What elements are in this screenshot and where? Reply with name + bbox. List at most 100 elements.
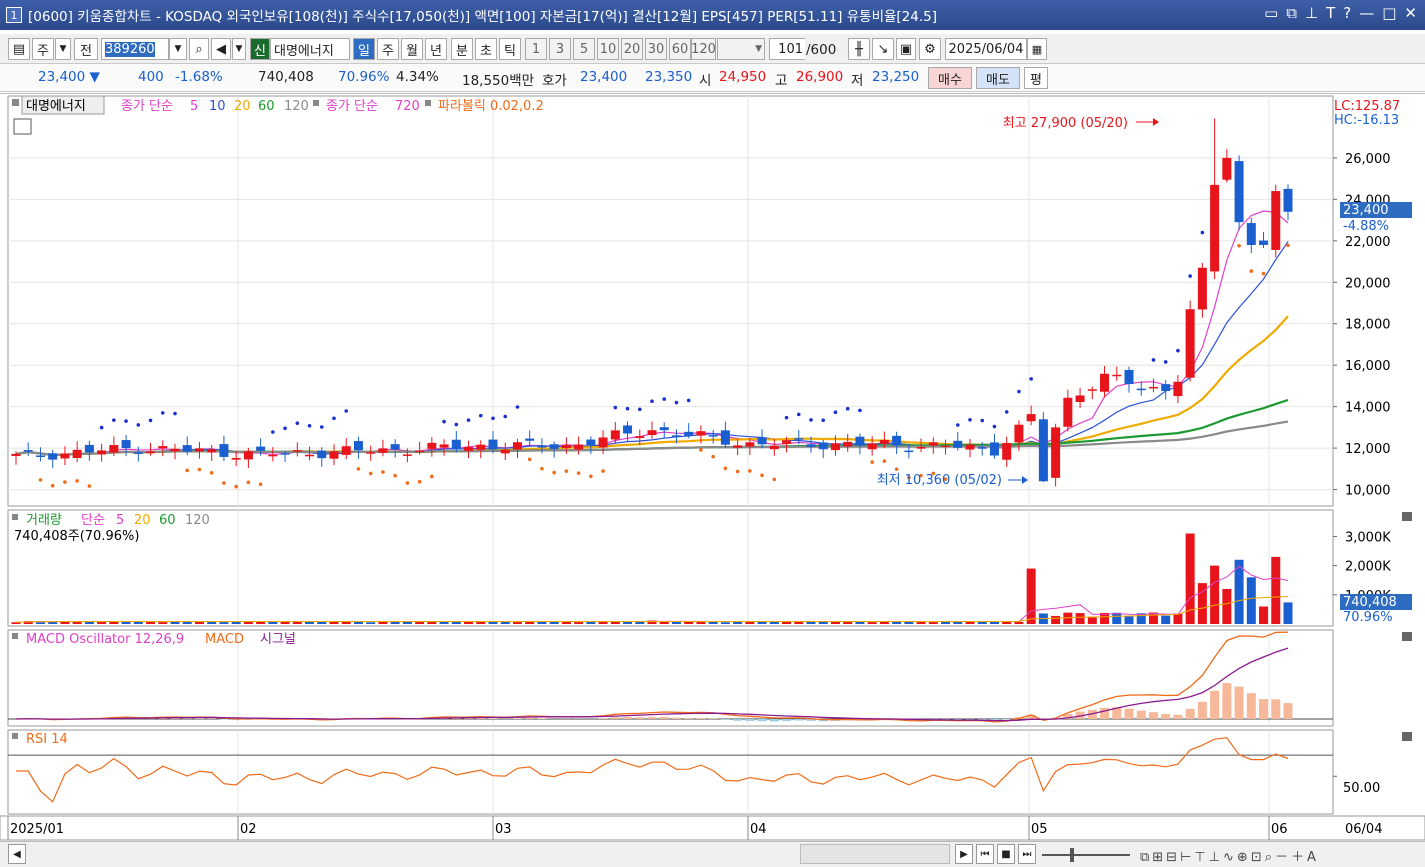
scroll-thumb[interactable] bbox=[800, 844, 950, 864]
help-icon[interactable]: ? bbox=[1343, 4, 1351, 22]
chart-tool-icons[interactable]: ⧉⊞⊟⊢⊤⊥∿⊕⊡⌕－＋A bbox=[1140, 846, 1319, 865]
interval-20[interactable]: 20 bbox=[621, 38, 643, 60]
candle bbox=[598, 437, 608, 448]
stop-icon[interactable]: ■ bbox=[997, 844, 1015, 864]
maximize-icon[interactable]: □ bbox=[1382, 4, 1396, 22]
sar-dot bbox=[637, 407, 642, 412]
sar-dot bbox=[735, 469, 740, 474]
candle bbox=[537, 445, 547, 448]
volume-bar bbox=[843, 621, 853, 624]
stock-code-input[interactable]: 389260 bbox=[101, 38, 169, 60]
sar-dot bbox=[50, 483, 55, 488]
sar-dot bbox=[760, 473, 764, 478]
scroll-left-icon[interactable]: ◀ bbox=[8, 844, 26, 864]
tab-monthly[interactable]: 월 bbox=[401, 38, 423, 60]
hoga-label: 호가 bbox=[542, 73, 567, 89]
candle bbox=[1222, 157, 1232, 180]
legend-marker-icon bbox=[425, 100, 431, 106]
tab-minute[interactable]: 분 bbox=[451, 38, 473, 60]
sar-dot bbox=[980, 418, 985, 423]
speaker-icon[interactable]: ◀ bbox=[211, 38, 231, 60]
first-page-icon[interactable]: ⏮ bbox=[976, 844, 994, 864]
sar-dot bbox=[589, 474, 593, 479]
tab-second[interactable]: 초 bbox=[475, 38, 497, 60]
data-table-icon[interactable] bbox=[13, 118, 32, 135]
volume-bar bbox=[1259, 606, 1269, 624]
all-button[interactable]: 전 bbox=[74, 38, 98, 60]
macd-bar bbox=[537, 718, 547, 719]
market-dropdown-icon[interactable]: ▼ bbox=[55, 38, 71, 60]
pane-close-icon bbox=[1402, 512, 1412, 521]
sar-dot bbox=[124, 419, 128, 423]
calendar-icon[interactable]: ▦ bbox=[1027, 38, 1047, 60]
interval-60[interactable]: 60 bbox=[669, 38, 691, 60]
zoom-slider[interactable] bbox=[1042, 854, 1130, 856]
price-tick-label: 10,000 bbox=[1345, 484, 1391, 499]
sar-dot bbox=[258, 482, 263, 487]
hc-value: HC:-16.13 bbox=[1334, 113, 1399, 128]
volume-bar bbox=[366, 622, 376, 624]
chart-area[interactable]: 10,000 12,000 14,000 16,000 18,000 20,000 22,0… bbox=[0, 93, 1425, 841]
bar-count-input[interactable]: 101 bbox=[769, 38, 805, 60]
avg-button[interactable]: 평 bbox=[1024, 67, 1048, 89]
speaker-dropdown-icon[interactable]: ▼ bbox=[232, 38, 246, 60]
tab-yearly[interactable]: 년 bbox=[425, 38, 447, 60]
settings-gear-icon[interactable]: ⚙ bbox=[919, 38, 941, 60]
sar-dot bbox=[442, 419, 446, 424]
legend-marker-icon bbox=[313, 100, 319, 106]
copy-window-icon[interactable]: ⧉ bbox=[1286, 4, 1297, 22]
code-dropdown-icon[interactable]: ▼ bbox=[169, 38, 187, 60]
sar-dot bbox=[393, 473, 397, 478]
tab-daily[interactable]: 일 bbox=[353, 38, 375, 60]
interval-30[interactable]: 30 bbox=[645, 38, 667, 60]
custom-interval-select[interactable]: ▼ bbox=[717, 38, 765, 60]
sar-dot bbox=[821, 418, 826, 423]
stock-name-field[interactable]: 대명에너지 bbox=[270, 38, 350, 60]
sar-dot bbox=[1151, 358, 1156, 362]
candle bbox=[72, 449, 82, 459]
minimize-icon[interactable]: — bbox=[1359, 4, 1374, 22]
price-change-pct: -1.68% bbox=[175, 69, 223, 85]
ask-price: 23,400 bbox=[580, 69, 628, 85]
candle-type-icon[interactable]: ╫ bbox=[848, 38, 870, 60]
scroll-bar[interactable]: ◀ ▶ ⏮ ■ ⏭ ⧉⊞⊟⊢⊤⊥∿⊕⊡⌕－＋A bbox=[0, 841, 1425, 867]
sar-dot bbox=[1017, 389, 1021, 394]
volume-bar bbox=[488, 621, 498, 624]
candle bbox=[941, 445, 951, 448]
sar-dot bbox=[430, 474, 434, 479]
save-icon[interactable]: ▣ bbox=[896, 38, 916, 60]
tab-weekly[interactable]: 주 bbox=[377, 38, 399, 60]
search-icon[interactable]: ⌕ bbox=[189, 38, 209, 60]
sell-button[interactable]: 매도 bbox=[976, 67, 1020, 89]
font-icon[interactable]: T bbox=[1326, 4, 1335, 22]
interval-5[interactable]: 5 bbox=[573, 38, 595, 60]
interval-10[interactable]: 10 bbox=[597, 38, 619, 60]
sar-dot bbox=[344, 409, 349, 413]
date-label: 06 bbox=[1271, 822, 1288, 837]
chart-menu-icon[interactable]: ▤ bbox=[8, 38, 30, 60]
pin-icon[interactable]: ⊥ bbox=[1305, 4, 1318, 22]
date-input[interactable]: 2025/06/04 bbox=[945, 38, 1027, 60]
last-page-icon[interactable]: ⏭ bbox=[1018, 844, 1036, 864]
rsi-level: 50.00 bbox=[1343, 781, 1380, 796]
legend-sar: 파라볼릭 0.02,0.2 bbox=[438, 99, 544, 114]
volume-bar bbox=[1124, 616, 1134, 624]
interval-1[interactable]: 1 bbox=[525, 38, 547, 60]
interval-3[interactable]: 3 bbox=[549, 38, 571, 60]
macd-marker-icon bbox=[12, 633, 18, 639]
close-icon[interactable]: ✕ bbox=[1404, 4, 1417, 22]
volume-bar bbox=[305, 621, 315, 624]
candle bbox=[415, 450, 425, 453]
macd-bar bbox=[684, 718, 694, 719]
zoom-slider-handle[interactable] bbox=[1070, 848, 1074, 862]
buy-button[interactable]: 매수 bbox=[928, 67, 972, 89]
market-select[interactable]: 주 bbox=[32, 38, 54, 60]
volume-bar bbox=[1271, 556, 1281, 624]
trendline-icon[interactable]: ↘ bbox=[872, 38, 894, 60]
sar-dot bbox=[894, 467, 899, 471]
layout-icon[interactable]: ▭ bbox=[1264, 4, 1278, 22]
tab-tick[interactable]: 틱 bbox=[499, 38, 521, 60]
sar-dot bbox=[1237, 243, 1241, 248]
interval-120[interactable]: 120 bbox=[691, 38, 716, 60]
scroll-right-icon[interactable]: ▶ bbox=[955, 844, 973, 864]
